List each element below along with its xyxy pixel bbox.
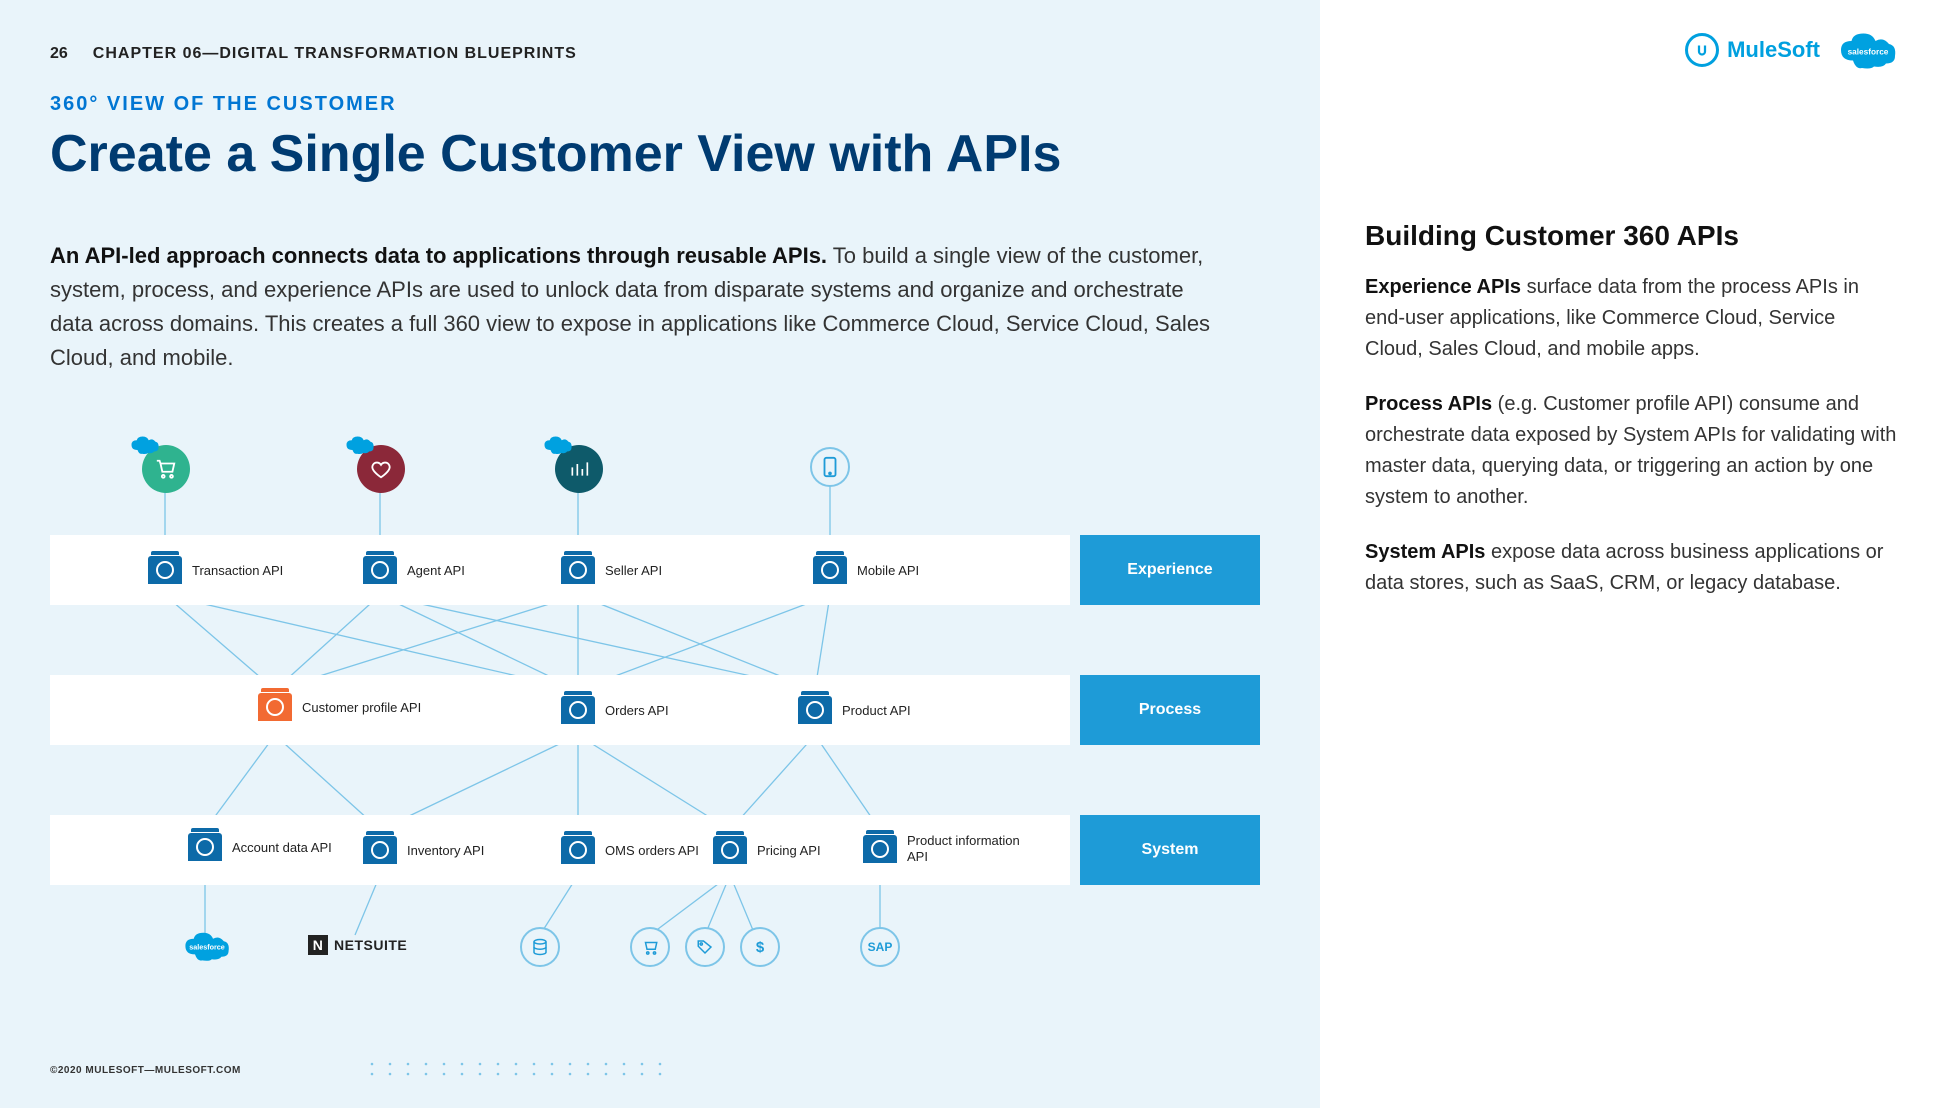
footer-copyright: ©2020 MULESOFT—MULESOFT.COM: [50, 1065, 241, 1076]
api-icon: [713, 836, 747, 864]
tag-system-icon: [685, 927, 725, 967]
api-diagram: Experience Transaction API Agent API Sel…: [50, 435, 1270, 995]
api-icon: [188, 833, 222, 861]
seller-api-node: Seller API: [561, 556, 662, 584]
orders-api-node: Orders API: [561, 696, 669, 724]
process-apis-paragraph: Process APIs (e.g. Customer profile API)…: [1365, 389, 1898, 513]
api-label: Account data API: [232, 840, 332, 856]
api-icon: [561, 696, 595, 724]
dollar-system-icon: $: [740, 927, 780, 967]
salesforce-system-icon: salesforce: [183, 930, 231, 962]
transaction-api-node: Transaction API: [148, 556, 283, 584]
netsuite-system-icon: N NETSUITE: [308, 935, 407, 955]
svg-text:salesforce: salesforce: [1848, 48, 1889, 57]
system-apis-paragraph: System APIs expose data across business …: [1365, 537, 1898, 599]
api-icon: [863, 835, 897, 863]
sidebar-heading: Building Customer 360 APIs: [1365, 220, 1898, 252]
page-number: 26: [50, 45, 68, 63]
mulesoft-logo-text: MuleSoft: [1727, 37, 1820, 63]
api-label: Mobile API: [857, 563, 919, 579]
api-label: Pricing API: [757, 843, 821, 859]
intro-bold: An API-led approach connects data to app…: [50, 243, 827, 268]
oms-orders-api-node: OMS orders API: [561, 836, 699, 864]
api-label: Orders API: [605, 703, 669, 719]
experience-apis-bold: Experience APIs: [1365, 276, 1521, 298]
api-icon: [258, 693, 292, 721]
api-label: Product API: [842, 703, 911, 719]
eyebrow: 360° VIEW OF THE CUSTOMER: [50, 93, 1270, 116]
sales-cloud-icon: [555, 445, 603, 493]
api-icon: [813, 556, 847, 584]
svg-text:salesforce: salesforce: [189, 943, 225, 952]
experience-apis-paragraph: Experience APIs surface data from the pr…: [1365, 272, 1898, 365]
netsuite-logo-icon: N: [308, 935, 328, 955]
process-layer-label: Process: [1080, 675, 1260, 745]
mobile-icon: [810, 447, 850, 487]
experience-layer-label: Experience: [1080, 535, 1260, 605]
header: 26 CHAPTER 06—DIGITAL TRANSFORMATION BLU…: [50, 45, 1270, 63]
api-label: Inventory API: [407, 843, 484, 859]
api-label: Customer profile API: [302, 700, 421, 716]
service-cloud-icon: [357, 445, 405, 493]
api-label: Transaction API: [192, 563, 283, 579]
chapter-label: CHAPTER 06—DIGITAL TRANSFORMATION BLUEPR…: [93, 45, 577, 63]
mulesoft-logo-icon: [1685, 33, 1719, 67]
account-data-api-node: Account data API: [188, 833, 332, 861]
mulesoft-logo: MuleSoft: [1685, 33, 1820, 67]
salesforce-logo: salesforce: [1838, 30, 1898, 70]
logo-row: MuleSoft salesforce: [1365, 30, 1898, 70]
commerce-cloud-icon: [142, 445, 190, 493]
api-icon: [363, 556, 397, 584]
decorative-dots: [370, 1062, 670, 1082]
api-icon: [148, 556, 182, 584]
api-icon: [561, 836, 595, 864]
mobile-api-node: Mobile API: [813, 556, 919, 584]
product-api-node: Product API: [798, 696, 911, 724]
sap-system-icon: SAP: [860, 927, 900, 967]
left-panel: 26 CHAPTER 06—DIGITAL TRANSFORMATION BLU…: [0, 0, 1320, 1108]
customer-profile-api-node: Customer profile API: [258, 693, 421, 721]
product-info-api-node: Product information API: [863, 833, 1027, 864]
api-icon: [798, 696, 832, 724]
api-icon: [363, 836, 397, 864]
process-apis-bold: Process APIs: [1365, 393, 1492, 415]
intro-paragraph: An API-led approach connects data to app…: [50, 239, 1230, 375]
pricing-api-node: Pricing API: [713, 836, 821, 864]
cart-system-icon: [630, 927, 670, 967]
inventory-api-node: Inventory API: [363, 836, 484, 864]
system-layer-label: System: [1080, 815, 1260, 885]
database-system-icon: [520, 927, 560, 967]
right-panel: MuleSoft salesforce Building Customer 36…: [1320, 0, 1948, 1108]
api-label: Seller API: [605, 563, 662, 579]
api-label: Product information API: [907, 833, 1027, 864]
system-apis-bold: System APIs: [1365, 541, 1485, 563]
page-title: Create a Single Customer View with APIs: [50, 124, 1270, 184]
process-layer-bg: [50, 675, 1070, 745]
api-label: Agent API: [407, 563, 465, 579]
netsuite-label: NETSUITE: [334, 937, 407, 953]
api-icon: [561, 556, 595, 584]
agent-api-node: Agent API: [363, 556, 465, 584]
api-label: OMS orders API: [605, 843, 699, 859]
